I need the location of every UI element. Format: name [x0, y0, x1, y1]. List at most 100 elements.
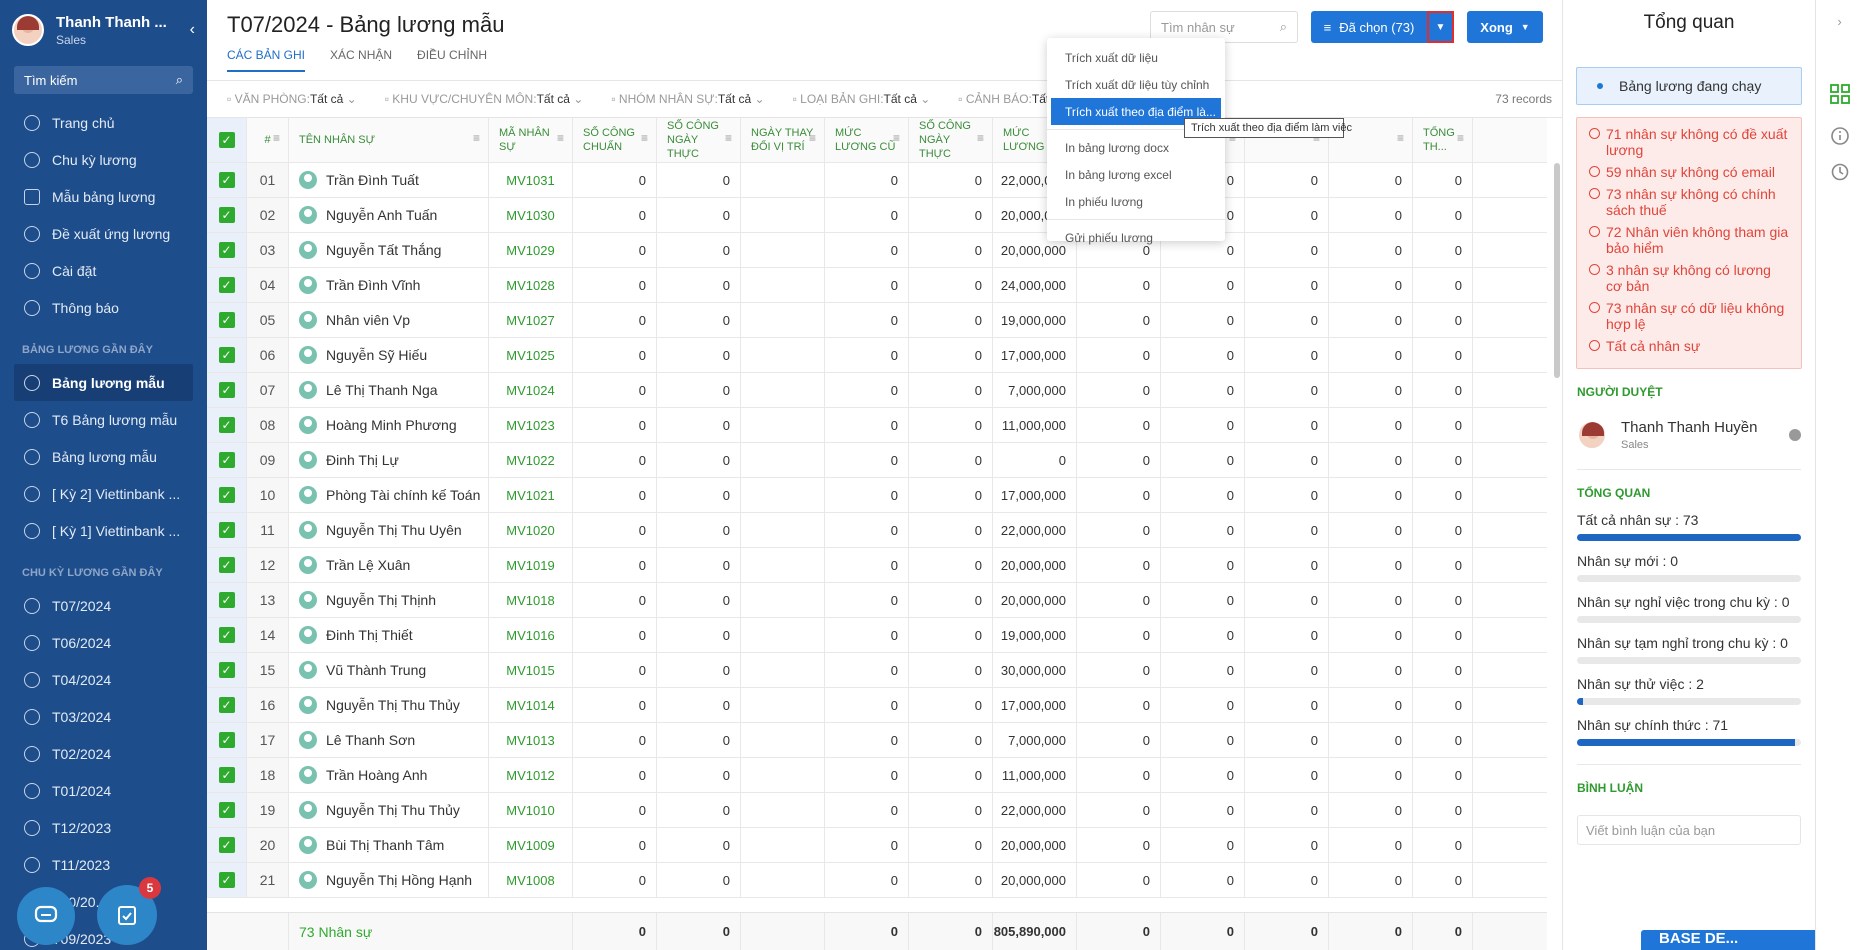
sidebar-item-2[interactable]: Mẫu bảng lương: [0, 178, 207, 215]
sidebar-item-1[interactable]: Chu kỳ lương: [0, 141, 207, 178]
row-checkbox[interactable]: ✓: [207, 513, 247, 547]
table-scrollbar[interactable]: [1554, 163, 1560, 378]
sidebar-item-4[interactable]: Cài đặt: [0, 252, 207, 289]
table-row[interactable]: ✓ 21 Nguyễn Thị Hồng Hạnh MV1008 0 0 0 0 20,000,…: [207, 863, 1547, 898]
row-checkbox[interactable]: ✓: [207, 653, 247, 687]
info-icon[interactable]: [1830, 126, 1850, 146]
row-checkbox[interactable]: ✓: [207, 268, 247, 302]
done-button[interactable]: Xong ▼: [1467, 11, 1543, 43]
filter-1[interactable]: ▫ KHU VỰC/CHUYÊN MÔN:Tất cả ⌄: [385, 92, 584, 106]
employee-name-cell[interactable]: Vũ Thành Trung: [289, 653, 489, 687]
selected-button[interactable]: ≡ Đã chọn (73): [1311, 11, 1427, 43]
warning-item[interactable]: 3 nhân sự không có lương cơ bản: [1589, 262, 1789, 294]
row-checkbox[interactable]: ✓: [207, 443, 247, 477]
recent-payroll-item[interactable]: [ Kỳ 2] Viettinbank ...: [0, 475, 207, 512]
warning-item[interactable]: 72 Nhân viên không tham gia bảo hiểm: [1589, 224, 1789, 256]
row-checkbox[interactable]: ✓: [207, 723, 247, 757]
recent-cycle-item[interactable]: T11/2023: [0, 846, 207, 883]
menu-item-print-excel[interactable]: In bảng lương excel: [1047, 161, 1225, 188]
recent-cycle-item[interactable]: T07/2024: [0, 587, 207, 624]
column-header[interactable]: #: [247, 118, 289, 162]
employee-name-cell[interactable]: Đinh Thị Thiết: [289, 618, 489, 652]
column-header[interactable]: MÃ NHÂN SỰ: [489, 118, 573, 162]
table-row[interactable]: ✓ 04 Trần Đình Vĩnh MV1028 0 0 0 0 24,000,000 0 0 0…: [207, 268, 1547, 303]
row-checkbox[interactable]: ✓: [207, 758, 247, 792]
warning-item[interactable]: Tất cả nhân sự: [1589, 338, 1789, 354]
warning-item[interactable]: 73 nhân sự có dữ liệu không hợp lệ: [1589, 300, 1789, 332]
recent-cycle-item[interactable]: T03/2024: [0, 698, 207, 735]
employee-name-cell[interactable]: Nguyễn Anh Tuấn: [289, 198, 489, 232]
filter-0[interactable]: ▫ VĂN PHÒNG:Tất cả ⌄: [227, 92, 357, 106]
warning-item[interactable]: 73 nhân sự không có chính sách thuế: [1589, 186, 1789, 218]
grid-icon[interactable]: [1829, 84, 1850, 104]
column-header[interactable]: SỐ CÔNG NGÀY THỰC: [657, 118, 741, 162]
recent-cycle-item[interactable]: T02/2024: [0, 735, 207, 772]
table-row[interactable]: ✓ 02 Nguyễn Anh Tuấn MV1030 0 0 0 0 20,000,000 0 0…: [207, 198, 1547, 233]
employee-name-cell[interactable]: Trần Hoàng Anh: [289, 758, 489, 792]
table-row[interactable]: ✓ 15 Vũ Thành Trung MV1015 0 0 0 0 30,000,000 0 0 0…: [207, 653, 1547, 688]
menu-item-send-payslip[interactable]: Gửi phiếu lương: [1047, 224, 1225, 251]
employee-name-cell[interactable]: Nhân viên Vp: [289, 303, 489, 337]
row-checkbox[interactable]: ✓: [207, 618, 247, 652]
chat-button[interactable]: [17, 887, 75, 945]
employee-name-cell[interactable]: Hoàng Minh Phương: [289, 408, 489, 442]
column-header[interactable]: SỐ CÔNG CHUẨN: [573, 118, 657, 162]
row-checkbox[interactable]: ✓: [207, 338, 247, 372]
row-checkbox[interactable]: ✓: [207, 548, 247, 582]
warning-item[interactable]: 71 nhân sự không có đề xuất lương: [1589, 126, 1789, 158]
recent-cycle-item[interactable]: T04/2024: [0, 661, 207, 698]
select-all-checkbox[interactable]: ✓: [207, 118, 247, 162]
sidebar-item-0[interactable]: Trang chủ: [0, 104, 207, 141]
selected-dropdown-toggle[interactable]: ▼: [1427, 11, 1454, 43]
row-checkbox[interactable]: ✓: [207, 688, 247, 722]
employee-name-cell[interactable]: Phòng Tài chính kế Toán: [289, 478, 489, 512]
tab-confirm[interactable]: XÁC NHẬN: [330, 48, 392, 72]
sidebar-item-5[interactable]: Thông báo: [0, 289, 207, 326]
row-checkbox[interactable]: ✓: [207, 828, 247, 862]
table-row[interactable]: ✓ 03 Nguyễn Tất Thắng MV1029 0 0 0 0 20,000,000 0…: [207, 233, 1547, 268]
employee-name-cell[interactable]: Trần Lệ Xuân: [289, 548, 489, 582]
employee-name-cell[interactable]: Nguyễn Thị Thu Thủy: [289, 688, 489, 722]
menu-item-export-data[interactable]: Trích xuất dữ liệu: [1047, 44, 1225, 71]
column-header[interactable]: SỐ CÔNG NGÀY THỰC: [909, 118, 993, 162]
table-row[interactable]: ✓ 16 Nguyễn Thị Thu Thủy MV1014 0 0 0 0 17,000,0…: [207, 688, 1547, 723]
sidebar-search[interactable]: Tìm kiếm ⌕: [14, 66, 193, 94]
sidebar-item-3[interactable]: Đề xuất ứng lương: [0, 215, 207, 252]
table-row[interactable]: ✓ 13 Nguyễn Thị Thịnh MV1018 0 0 0 0 20,000,000 0…: [207, 583, 1547, 618]
employee-name-cell[interactable]: Đinh Thị Lự: [289, 443, 489, 477]
recent-cycle-item[interactable]: T01/2024: [0, 772, 207, 809]
table-row[interactable]: ✓ 05 Nhân viên Vp MV1027 0 0 0 0 19,000,000 0 0 0 0 0: [207, 303, 1547, 338]
employee-name-cell[interactable]: Lê Thị Thanh Nga: [289, 373, 489, 407]
row-checkbox[interactable]: ✓: [207, 583, 247, 617]
menu-item-print-docx[interactable]: In bảng lương docx: [1047, 134, 1225, 161]
collapse-sidebar-icon[interactable]: ‹: [190, 21, 195, 39]
table-row[interactable]: ✓ 10 Phòng Tài chính kế Toán MV1021 0 0 0 0 17,0…: [207, 478, 1547, 513]
table-row[interactable]: ✓ 20 Bùi Thị Thanh Tâm MV1009 0 0 0 0 20,000,000…: [207, 828, 1547, 863]
table-row[interactable]: ✓ 11 Nguyễn Thị Thu Uyên MV1020 0 0 0 0 22,000,0…: [207, 513, 1547, 548]
table-row[interactable]: ✓ 06 Nguyễn Sỹ Hiếu MV1025 0 0 0 0 17,000,000 0 0 0…: [207, 338, 1547, 373]
warning-item[interactable]: 59 nhân sự không có email: [1589, 164, 1789, 180]
user-box[interactable]: Thanh Thanh ... Sales ‹: [0, 0, 207, 60]
recent-payroll-item[interactable]: Bảng lương mẫu: [0, 438, 207, 475]
table-row[interactable]: ✓ 07 Lê Thị Thanh Nga MV1024 0 0 0 0 7,000,000 0 0…: [207, 373, 1547, 408]
employee-name-cell[interactable]: Nguyễn Thị Thu Thủy: [289, 793, 489, 827]
row-checkbox[interactable]: ✓: [207, 373, 247, 407]
row-checkbox[interactable]: ✓: [207, 863, 247, 897]
filter-3[interactable]: ▫ LOẠI BẢN GHI:Tất cả ⌄: [793, 92, 931, 106]
row-checkbox[interactable]: ✓: [207, 163, 247, 197]
row-checkbox[interactable]: ✓: [207, 478, 247, 512]
menu-item-print-payslip[interactable]: In phiếu lương: [1047, 188, 1225, 215]
table-row[interactable]: ✓ 17 Lê Thanh Sơn MV1013 0 0 0 0 7,000,000 0 0 0 0 0: [207, 723, 1547, 758]
row-checkbox[interactable]: ✓: [207, 793, 247, 827]
column-header[interactable]: TỔNG TH...: [1413, 118, 1473, 162]
employee-name-cell[interactable]: Nguyễn Thị Hồng Hạnh: [289, 863, 489, 897]
recent-cycle-item[interactable]: T06/2024: [0, 624, 207, 661]
filter-2[interactable]: ▫ NHÓM NHÂN SỰ:Tất cả ⌄: [611, 92, 764, 106]
employee-name-cell[interactable]: Lê Thanh Sơn: [289, 723, 489, 757]
recent-payroll-item[interactable]: [ Kỳ 1] Viettinbank ...: [0, 512, 207, 549]
recent-cycle-item[interactable]: T12/2023: [0, 809, 207, 846]
row-checkbox[interactable]: ✓: [207, 408, 247, 442]
recent-payroll-item[interactable]: T6 Bảng lương mẫu: [0, 401, 207, 438]
recent-payroll-item[interactable]: Bảng lương mẫu: [14, 364, 193, 401]
table-row[interactable]: ✓ 08 Hoàng Minh Phương MV1023 0 0 0 0 11,000,000…: [207, 408, 1547, 443]
